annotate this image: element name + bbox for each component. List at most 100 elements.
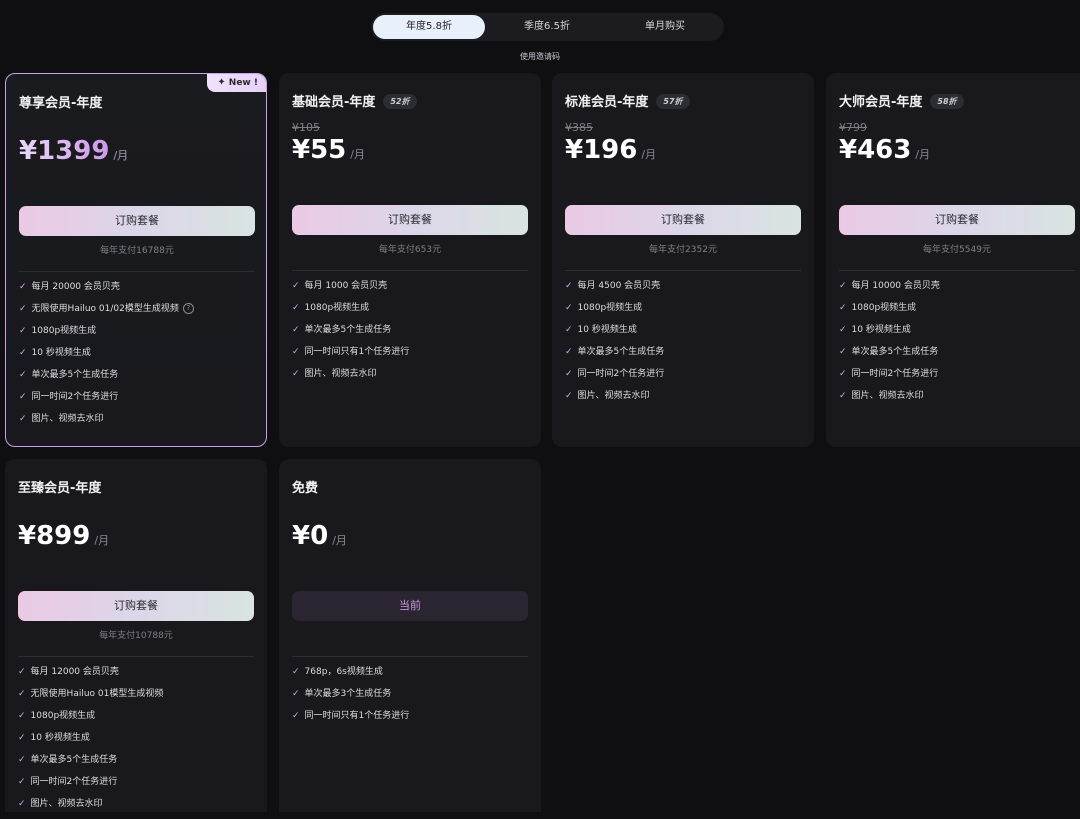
- subscribe-button[interactable]: 订购套餐: [565, 205, 801, 235]
- yearly-payment: 每年支付16788元: [100, 246, 174, 256]
- feature-item: ✓ 图片、视频去水印: [18, 799, 103, 809]
- check-icon: ✓: [292, 689, 300, 699]
- feature-item: ✓ 同一时间2个任务进行: [19, 392, 119, 402]
- check-icon: ✓: [18, 689, 26, 699]
- plan-title: 尊享会员-年度: [19, 96, 103, 111]
- feature-item: ✓ 单次最多5个生成任务: [18, 755, 118, 765]
- subscribe-button[interactable]: 订购套餐: [19, 206, 255, 236]
- subscribe-button[interactable]: 订购套餐: [839, 205, 1075, 235]
- plan-card-master: 大师会员-年度 58折 ¥799 ¥463/月 订购套餐 每年支付5549元 ✓ 每…: [826, 73, 1080, 447]
- feature-item: ✓ 图片、视频去水印: [19, 414, 104, 424]
- check-icon: ✓: [839, 325, 847, 335]
- current-plan-button[interactable]: 当前: [292, 591, 528, 621]
- check-icon: ✓: [19, 414, 27, 424]
- check-icon: ✓: [292, 347, 300, 357]
- plan-price: ¥899/月: [18, 521, 110, 551]
- feature-item: ✓ 单次最多5个生成任务: [292, 325, 392, 335]
- plan-card-standard: 标准会员-年度 57折 ¥385 ¥196/月 订购套餐 每年支付2352元 ✓ 每…: [552, 73, 814, 447]
- discount-badge: 57折: [656, 94, 690, 109]
- feature-item: ✓ 单次最多3个生成任务: [292, 689, 392, 699]
- check-icon: ✓: [19, 304, 27, 314]
- feature-list: ✓ 768p，6s视频生成 ✓ 单次最多3个生成任务 ✓ 同一时间只有1个任务进行: [292, 665, 409, 731]
- original-price: ¥385: [565, 121, 593, 134]
- feature-item: ✓ 10 秒视频生成: [839, 325, 911, 335]
- feature-item: ✓ 1080p视频生成: [292, 303, 370, 313]
- check-icon: ✓: [19, 348, 27, 358]
- plan-card-free: 免费 ¥0/月 当前 ✓ 768p，6s视频生成 ✓ 单次最多3个生成任务 ✓ 同一时…: [279, 459, 541, 812]
- tab-yearly[interactable]: 年度5.8折: [373, 15, 485, 39]
- feature-list: ✓ 每月 12000 会员贝壳 ✓ 无限使用Hailuo 01模型生成视频 ✓ 108…: [18, 665, 163, 819]
- tab-monthly[interactable]: 单月购买: [609, 15, 721, 39]
- check-icon: ✓: [839, 347, 847, 357]
- check-icon: ✓: [565, 369, 573, 379]
- check-icon: ✓: [839, 391, 847, 401]
- feature-list: ✓ 每月 10000 会员贝壳 ✓ 1080p视频生成 ✓ 10 秒视频生成 ✓ 单次最…: [839, 279, 940, 411]
- original-price: ¥799: [839, 121, 867, 134]
- coupon-code-link[interactable]: 使用邀请码: [500, 51, 580, 62]
- check-icon: ✓: [292, 325, 300, 335]
- feature-item: ✓ 无限使用Hailuo 01/02模型生成视频?: [19, 302, 194, 324]
- check-icon: ✓: [839, 369, 847, 379]
- feature-item: ✓ 1080p视频生成: [18, 711, 96, 721]
- feature-item: ✓ 10 秒视频生成: [19, 348, 91, 358]
- feature-list: ✓ 每月 1000 会员贝壳 ✓ 1080p视频生成 ✓ 单次最多5个生成任务 ✓ 同一…: [292, 279, 409, 389]
- check-icon: ✓: [18, 755, 26, 765]
- original-price: ¥105: [292, 121, 320, 134]
- feature-item: ✓ 同一时间只有1个任务进行: [292, 711, 410, 721]
- check-icon: ✓: [565, 391, 573, 401]
- feature-item: ✓ 单次最多5个生成任务: [19, 370, 119, 380]
- check-icon: ✓: [19, 282, 27, 292]
- yearly-payment: 每年支付5549元: [923, 245, 991, 255]
- check-icon: ✓: [18, 777, 26, 787]
- feature-item: ✓ 图片、视频去水印: [292, 369, 377, 379]
- check-icon: ✓: [565, 303, 573, 313]
- divider: [839, 270, 1075, 271]
- check-icon: ✓: [19, 326, 27, 336]
- check-icon: ✓: [18, 799, 26, 809]
- plan-price: ¥0/月: [292, 521, 347, 551]
- check-icon: ✓: [565, 347, 573, 357]
- feature-item: ✓ 1080p视频生成: [839, 303, 917, 313]
- feature-item: ✓ 每月 12000 会员贝壳: [18, 667, 119, 677]
- subscribe-button[interactable]: 订购套餐: [292, 205, 528, 235]
- subscribe-button[interactable]: 订购套餐: [18, 591, 254, 621]
- plan-title: 大师会员-年度 58折: [839, 91, 964, 110]
- divider: [19, 271, 255, 272]
- check-icon: ✓: [292, 711, 300, 721]
- yearly-payment: 每年支付10788元: [99, 631, 173, 641]
- divider: [18, 656, 254, 657]
- new-badge: ✦ New !: [207, 74, 266, 92]
- check-icon: ✓: [19, 392, 27, 402]
- feature-item: ✓ 1080p视频生成: [19, 326, 97, 336]
- discount-badge: 52折: [383, 94, 417, 109]
- feature-list: ✓ 每月 4500 会员贝壳 ✓ 1080p视频生成 ✓ 10 秒视频生成 ✓ 单次最多…: [565, 279, 664, 411]
- check-icon: ✓: [292, 667, 300, 677]
- feature-item: ✓ 同一时间2个任务进行: [839, 369, 939, 379]
- plan-title: 免费: [292, 481, 319, 496]
- discount-badge: 58折: [930, 94, 964, 109]
- feature-item: ✓ 每月 1000 会员贝壳: [292, 281, 388, 291]
- tab-quarterly[interactable]: 季度6.5折: [491, 15, 603, 39]
- feature-item: ✓ 单次最多5个生成任务: [839, 347, 939, 357]
- feature-item: ✓ 10 秒视频生成: [18, 733, 90, 743]
- question-circle-icon[interactable]: ?: [182, 303, 194, 314]
- yearly-payment: 每年支付2352元: [649, 245, 717, 255]
- feature-item: ✓ 每月 20000 会员贝壳: [19, 282, 120, 292]
- divider: [292, 270, 528, 271]
- check-icon: ✓: [565, 325, 573, 335]
- feature-item: ✓ 每月 4500 会员贝壳: [565, 281, 661, 291]
- feature-item: ✓ 同一时间2个任务进行: [18, 777, 118, 787]
- feature-item: ✓ 同一时间只有1个任务进行: [292, 347, 410, 357]
- check-icon: ✓: [292, 303, 300, 313]
- check-icon: ✓: [292, 369, 300, 379]
- check-icon: ✓: [839, 281, 847, 291]
- check-icon: ✓: [292, 281, 300, 291]
- divider: [292, 656, 528, 657]
- plan-title: 基础会员-年度 52折: [292, 91, 417, 110]
- billing-period-tabs: 年度5.8折 季度6.5折 单月购买: [371, 13, 724, 41]
- feature-item: ✓ 10 秒视频生成: [565, 325, 637, 335]
- check-icon: ✓: [839, 303, 847, 313]
- yearly-payment: 每年支付653元: [378, 245, 442, 255]
- plan-title: 至臻会员-年度: [18, 481, 102, 496]
- feature-item: ✓ 无限使用Hailuo 01模型生成视频: [18, 689, 164, 699]
